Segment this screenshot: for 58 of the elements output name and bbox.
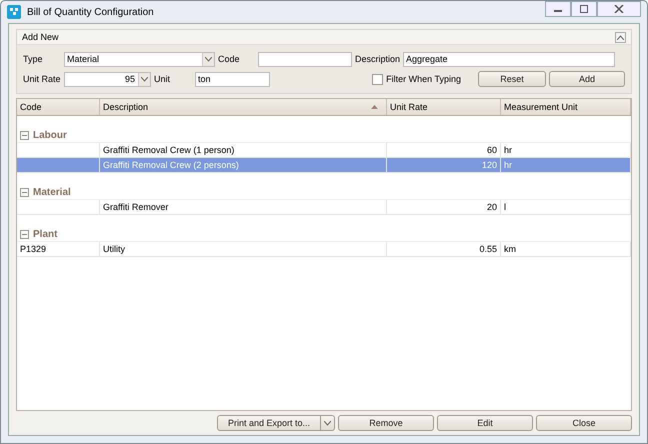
caret-icon[interactable] xyxy=(324,420,331,426)
table-cell: 0.55 xyxy=(479,244,497,254)
code-field[interactable] xyxy=(258,52,352,66)
column-header[interactable]: Description xyxy=(100,99,387,115)
description-field[interactable]: Aggregate xyxy=(403,52,615,66)
window-title: Bill of Quantity Configuration xyxy=(27,6,154,18)
table-cell: Graffiti Removal Crew (1 person) xyxy=(103,145,234,155)
table-cell: hr xyxy=(504,160,512,170)
table-cell: 20 xyxy=(486,202,497,212)
sort-arrow-icon xyxy=(371,105,378,109)
table-cell: Graffiti Removal Crew (2 persons) xyxy=(103,160,239,170)
group-toggle-icon[interactable] xyxy=(20,188,29,196)
checkbox-label: Filter When Typing xyxy=(386,74,461,84)
column-header[interactable]: Measurement Unit xyxy=(501,99,631,115)
footer-button[interactable]: Remove xyxy=(338,415,434,431)
table-row[interactable]: P1329 Utility 0.55 km xyxy=(17,242,631,257)
group-header: Plant xyxy=(33,228,58,240)
field-label: Unit Rate xyxy=(23,74,62,84)
footer-button[interactable]: Close xyxy=(536,415,632,431)
table-cell: l xyxy=(504,202,506,212)
filter-checkbox[interactable] xyxy=(372,74,384,84)
minimize-button[interactable] xyxy=(545,1,571,17)
field-label: Description xyxy=(355,54,402,64)
field-label: Code xyxy=(218,54,241,64)
caret-icon[interactable] xyxy=(205,56,212,62)
print-export-button[interactable]: Print and Export to... xyxy=(217,415,321,431)
dropdown-button[interactable] xyxy=(321,415,335,431)
group-toggle-icon[interactable] xyxy=(20,230,29,238)
group-toggle-icon[interactable] xyxy=(20,130,29,140)
collapse-button[interactable] xyxy=(615,32,626,42)
table-cell: hr xyxy=(504,145,512,155)
type-dropdown[interactable]: Material xyxy=(64,52,215,66)
reset-button[interactable]: Reset xyxy=(478,71,546,87)
table-cell: Utility xyxy=(103,244,125,254)
column-header[interactable]: Unit Rate xyxy=(387,99,501,115)
add-button[interactable]: Add xyxy=(549,71,625,87)
column-header[interactable]: Code xyxy=(17,99,100,115)
table-row[interactable]: Graffiti Remover 20 l xyxy=(17,200,631,215)
close-button[interactable] xyxy=(597,1,641,17)
field-label: Unit xyxy=(154,74,172,84)
table-cell: km xyxy=(504,244,516,254)
table-cell: 60 xyxy=(486,145,497,155)
maximize-button[interactable] xyxy=(571,1,597,17)
app-icon xyxy=(7,5,21,19)
panel-title: Add New xyxy=(22,32,59,42)
field-label: Type xyxy=(23,54,44,64)
table-cell: 120 xyxy=(482,160,497,170)
caret-icon[interactable] xyxy=(141,76,148,82)
group-header: Labour xyxy=(33,130,67,140)
caret-icon[interactable] xyxy=(617,34,624,40)
group-header: Material xyxy=(33,186,71,198)
footer-button[interactable]: Edit xyxy=(437,415,533,431)
maximize-icon[interactable] xyxy=(579,5,589,13)
unit-field[interactable]: ton xyxy=(195,72,270,86)
table-cell: P1329 xyxy=(20,244,46,254)
close-icon[interactable] xyxy=(614,5,624,13)
unit-rate-field[interactable]: 95 xyxy=(64,72,151,86)
table-cell: Graffiti Remover xyxy=(103,202,168,212)
